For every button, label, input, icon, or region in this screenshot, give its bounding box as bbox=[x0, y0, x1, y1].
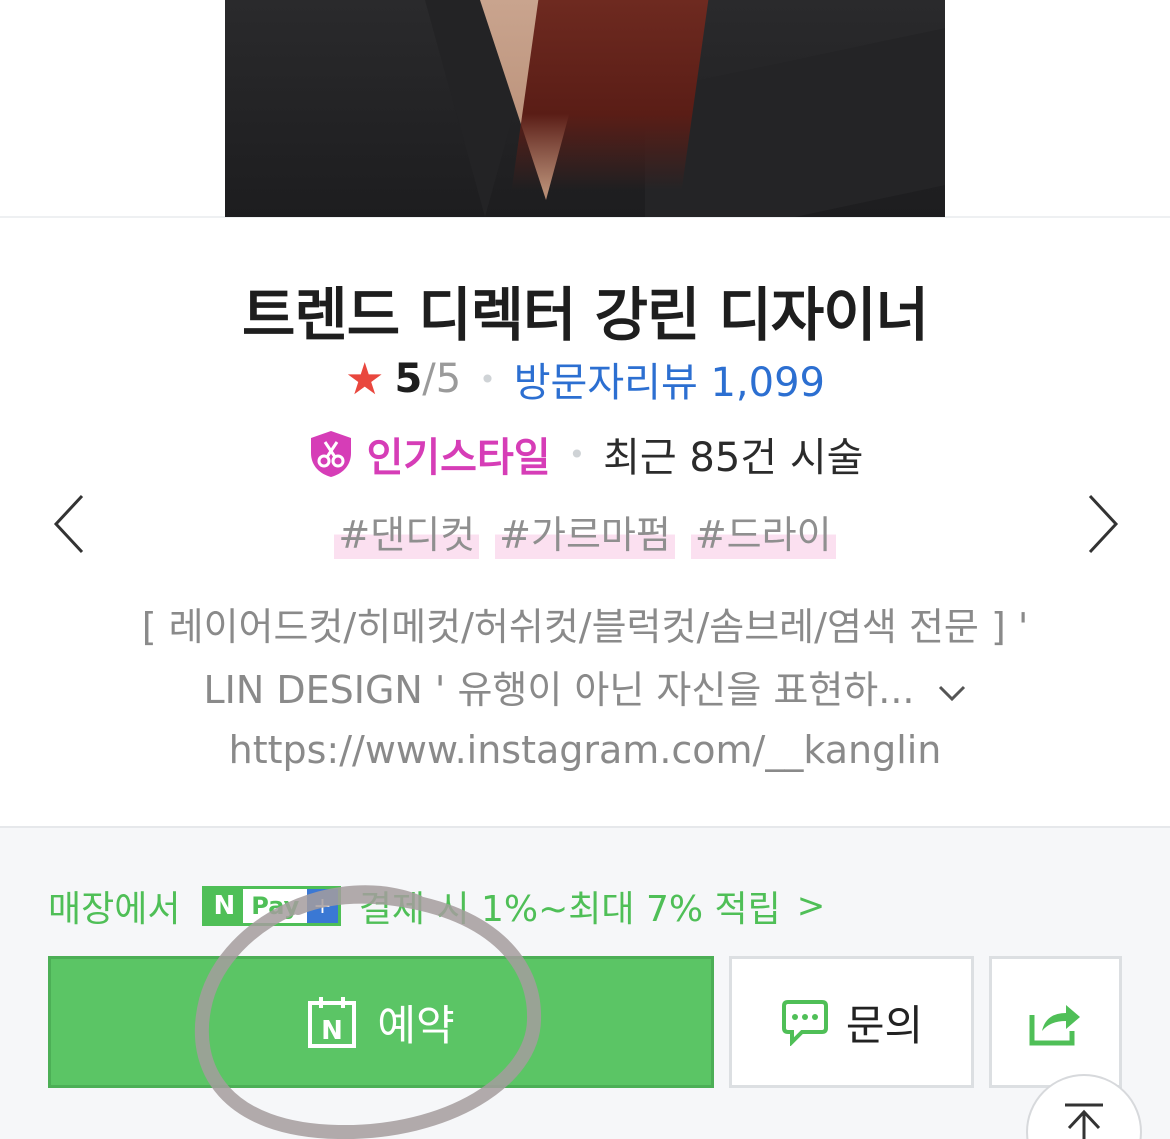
designer-photo[interactable] bbox=[225, 0, 945, 217]
reserve-label: 예약 bbox=[377, 1000, 455, 1050]
arrow-up-top-icon bbox=[1065, 1103, 1103, 1139]
visitor-review-link[interactable]: 방문자리뷰 1,099 bbox=[514, 350, 825, 408]
npay-benefit-row[interactable]: 매장에서 N Pay + 결제 시 1%~최대 7% 적립 > bbox=[48, 880, 825, 932]
rating-total: /5 bbox=[422, 356, 462, 402]
hero-photo-area bbox=[0, 0, 1170, 218]
svg-text:N: N bbox=[321, 1016, 343, 1046]
share-icon bbox=[1029, 1005, 1080, 1046]
popular-style-label: 인기스타일 bbox=[366, 435, 551, 481]
share-button[interactable] bbox=[989, 956, 1122, 1088]
rating-row: ★ 5 /5 • 방문자리뷰 1,099 bbox=[0, 350, 1170, 408]
chevron-right-icon: > bbox=[796, 886, 826, 926]
recent-count: 최근 85건 시술 bbox=[603, 435, 864, 481]
npay-prefix: 매장에서 bbox=[48, 889, 181, 930]
inquiry-label: 문의 bbox=[845, 1000, 924, 1050]
npay-badge: N Pay + bbox=[202, 886, 341, 926]
tag-item[interactable]: #드라이 bbox=[690, 504, 836, 559]
chevron-down-icon[interactable] bbox=[937, 683, 967, 703]
calendar-n-icon: N bbox=[308, 997, 357, 1048]
shop-title: 트렌드 디렉터 강린 디자이너 bbox=[242, 281, 929, 349]
npay-pay-text: Pay bbox=[243, 889, 308, 923]
shop-description[interactable]: [ 레이어드컷/히메컷/허쉬컷/블럭컷/솜브레/염색 전문 ] ' LIN DE… bbox=[0, 596, 1170, 722]
separator-dot: • bbox=[479, 362, 496, 396]
rating-score: 5 bbox=[394, 356, 423, 402]
npay-benefit-text: 결제 시 1%~최대 7% 적립 bbox=[358, 889, 781, 930]
reserve-button[interactable]: N 예약 bbox=[48, 956, 714, 1088]
tag-item[interactable]: #가르마펌 bbox=[495, 504, 675, 559]
star-icon: ★ bbox=[345, 353, 385, 405]
tag-item[interactable]: #댄디컷 bbox=[334, 504, 480, 559]
chat-bubble-icon bbox=[781, 1000, 828, 1046]
npay-n-logo: N bbox=[205, 889, 244, 923]
npay-plus: + bbox=[307, 889, 338, 923]
inquiry-button[interactable]: 문의 bbox=[729, 956, 974, 1088]
popular-style-row: 인기스타일 • 최근 85건 시술 bbox=[0, 425, 1170, 483]
description-line-2: LIN DESIGN ' 유행이 아닌 자신을 표현하... bbox=[0, 659, 1170, 722]
instagram-link[interactable]: https://www.instagram.com/__kanglin bbox=[0, 728, 1170, 772]
description-line-1: [ 레이어드컷/히메컷/허쉬컷/블럭컷/솜브레/염색 전문 ] ' bbox=[141, 605, 1029, 649]
scissors-shield-icon bbox=[310, 431, 351, 477]
tag-list: #댄디컷 #가르마펌 #드라이 bbox=[0, 504, 1170, 559]
separator-dot: • bbox=[568, 437, 586, 471]
